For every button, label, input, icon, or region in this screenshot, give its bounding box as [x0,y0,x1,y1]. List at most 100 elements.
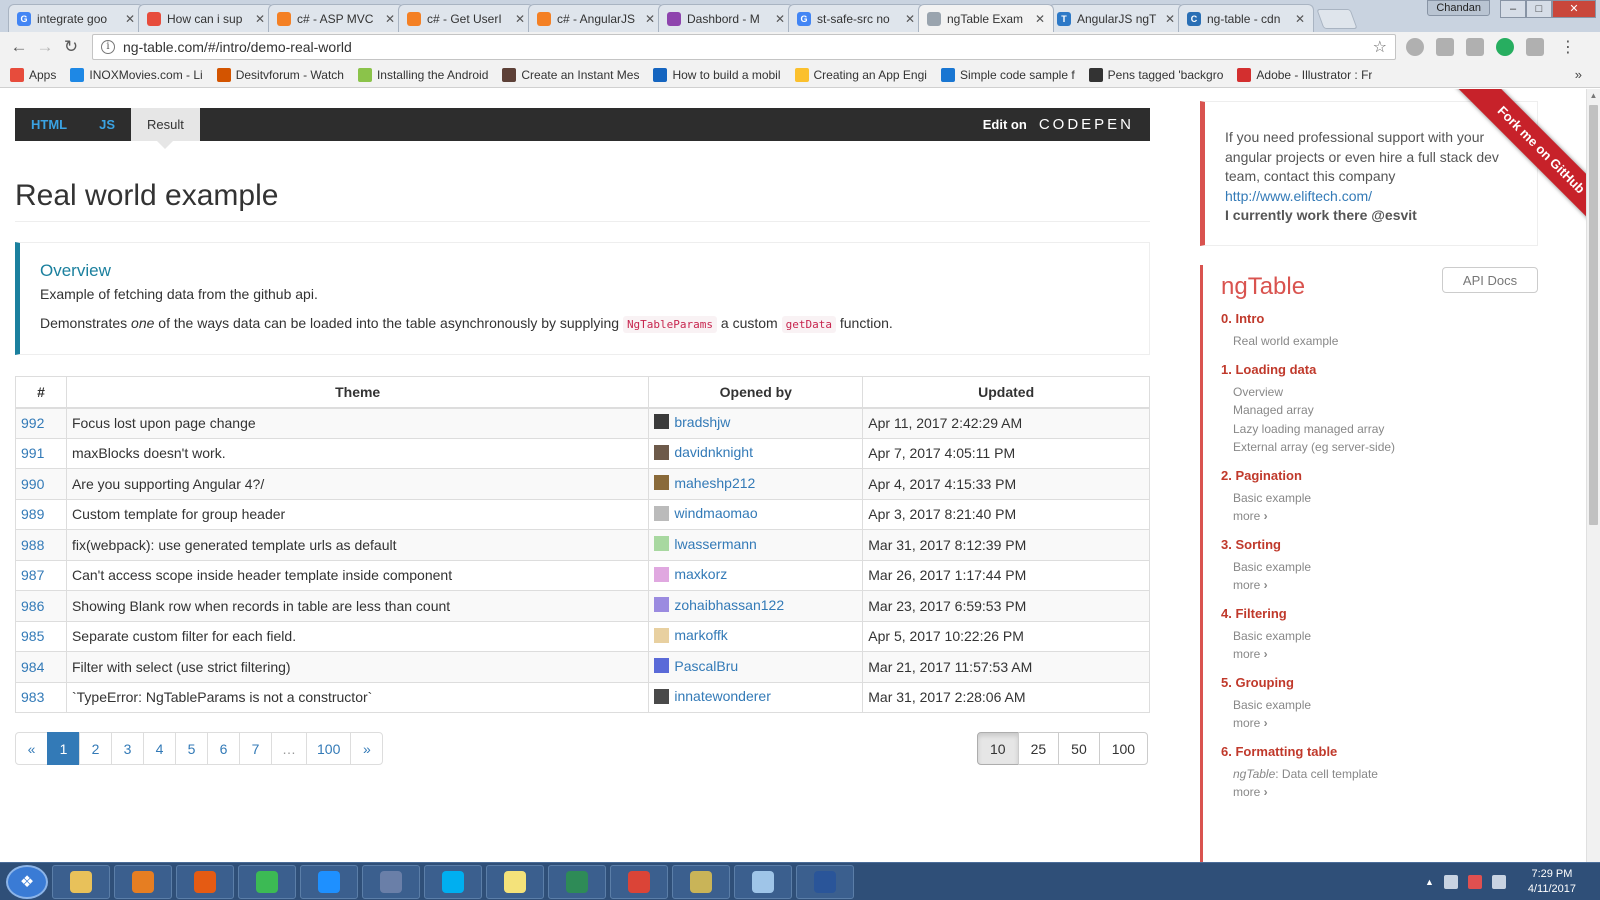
browser-tab[interactable]: Dashbord - M ✕ [658,4,794,32]
sidebar-link[interactable]: Basic example [1221,696,1538,715]
issue-number[interactable]: 987 [15,559,67,591]
bookmark-item[interactable]: Apps [10,67,56,82]
taskbar-app-button[interactable] [486,864,544,899]
issue-number[interactable]: 985 [15,620,67,652]
issue-number[interactable]: 989 [15,498,67,530]
codepen-tab-result[interactable]: Result [131,108,200,149]
sidebar-more-link[interactable]: more › [1221,507,1538,526]
tab-close-icon[interactable]: ✕ [385,12,395,26]
more-bookmarks-chevron-icon[interactable]: » [1575,67,1582,82]
sidebar-link[interactable]: Basic example [1221,489,1538,508]
sidebar-more-link[interactable]: more › [1221,576,1538,595]
api-docs-button[interactable]: API Docs [1442,267,1538,293]
sidebar-more-link[interactable]: more › [1221,714,1538,733]
browser-tab[interactable]: Gintegrate goo ✕ [8,4,144,32]
user-link[interactable]: innatewonderer [654,688,771,704]
sidebar-link[interactable]: ngTable: Data cell template [1221,765,1538,784]
upload-extension-icon[interactable] [1526,38,1544,56]
taskbar-app-button[interactable] [300,864,358,899]
issue-number[interactable]: 983 [15,681,67,713]
close-window-button[interactable]: ✕ [1552,0,1596,18]
page-size-button[interactable]: 100 [1098,732,1149,765]
tab-close-icon[interactable]: ✕ [645,12,655,26]
edit-on-codepen-link[interactable]: Edit on CODEPEN [983,108,1150,141]
taskbar-app-button[interactable] [796,864,854,899]
column-header-opened-by[interactable]: Opened by [648,376,864,409]
bookmark-star-icon[interactable]: ☆ [1373,37,1387,57]
page-size-button[interactable]: 25 [1017,732,1060,765]
grammarly-extension-icon[interactable] [1496,38,1514,56]
column-header-number[interactable]: # [15,376,67,409]
column-header-updated[interactable]: Updated [862,376,1150,409]
tab-close-icon[interactable]: ✕ [1165,12,1175,26]
tab-close-icon[interactable]: ✕ [255,12,265,26]
eliftech-link[interactable]: http://www.eliftech.com/ [1225,188,1372,204]
issue-number[interactable]: 986 [15,590,67,622]
pagination-page-button[interactable]: 6 [207,732,240,765]
taskbar-app-button[interactable] [52,864,110,899]
issue-number[interactable]: 988 [15,529,67,561]
page-scrollbar[interactable]: ▲ [1586,89,1600,862]
volume-icon[interactable] [1491,874,1506,889]
sidebar-link[interactable]: External array (eg server-side) [1221,438,1538,457]
browser-tab[interactable]: ngTable Exam ✕ [918,4,1054,32]
issue-number[interactable]: 990 [15,468,67,500]
sidebar-more-link[interactable]: more › [1221,645,1538,664]
show-hidden-icons-icon[interactable]: ▲ [1425,877,1434,887]
browser-tab[interactable]: Cng-table - cdn ✕ [1178,4,1314,32]
taskbar-app-button[interactable] [610,864,668,899]
bookmark-item[interactable]: Creating an App Engi [794,67,927,82]
camera-extension-icon[interactable] [1466,38,1484,56]
action-center-icon[interactable] [1443,874,1458,889]
codepen-tab-html[interactable]: HTML [15,108,83,141]
pagination-page-button[interactable]: 2 [79,732,112,765]
page-size-button[interactable]: 50 [1058,732,1100,765]
url-text[interactable]: ng-table.com/#/intro/demo-real-world [123,39,1373,55]
sidebar-link[interactable]: Basic example [1221,558,1538,577]
user-link[interactable]: bradshjw [654,414,730,430]
user-link[interactable]: PascalBru [654,658,738,674]
reload-button[interactable]: ↻ [58,37,84,57]
sidebar-section-title[interactable]: 0. Intro [1221,311,1538,326]
bookmark-item[interactable]: Create an Instant Mes [502,67,639,82]
issue-number[interactable]: 991 [15,437,67,469]
browser-tab[interactable]: c# - AngularJS ✕ [528,4,664,32]
pagination-page-button[interactable]: 100 [306,732,352,765]
user-link[interactable]: davidnknight [654,444,753,460]
taskbar-app-button[interactable] [176,864,234,899]
tab-close-icon[interactable]: ✕ [1295,12,1305,26]
tab-close-icon[interactable]: ✕ [905,12,915,26]
sidebar-section-title[interactable]: 2. Pagination [1221,468,1538,483]
scrollbar-thumb[interactable] [1589,105,1598,525]
sidebar-link[interactable]: Lazy loading managed array [1221,420,1538,439]
taskbar-app-button[interactable] [424,864,482,899]
network-warning-icon[interactable] [1467,874,1482,889]
taskbar-app-button[interactable] [114,864,172,899]
browser-tab[interactable]: How can i sup ✕ [138,4,274,32]
minimize-button[interactable]: – [1500,0,1526,18]
profile-button[interactable]: Chandan [1427,0,1490,16]
taskbar-app-button[interactable] [238,864,296,899]
start-button[interactable]: ❖ [6,864,48,899]
new-tab-button[interactable] [1316,9,1358,29]
pagination-page-button[interactable]: 7 [239,732,272,765]
user-link[interactable]: maxkorz [654,566,727,582]
sidebar-section-title[interactable]: 6. Formatting table [1221,744,1538,759]
scroll-up-arrow-icon[interactable]: ▲ [1587,89,1600,103]
tab-close-icon[interactable]: ✕ [775,12,785,26]
pagination-page-button[interactable]: 4 [143,732,176,765]
codepen-tab-js[interactable]: JS [83,108,131,141]
fork-me-on-github-ribbon[interactable]: Fork me on GitHub [1449,89,1586,229]
maximize-button[interactable]: □ [1526,0,1552,18]
address-bar[interactable]: i ng-table.com/#/intro/demo-real-world ☆ [92,34,1396,60]
sidebar-section-title[interactable]: 1. Loading data [1221,362,1538,377]
sidebar-link[interactable]: Overview [1221,383,1538,402]
sidebar-section-title[interactable]: 4. Filtering [1221,606,1538,621]
tab-close-icon[interactable]: ✕ [125,12,135,26]
sidebar-link[interactable]: Managed array [1221,401,1538,420]
user-link[interactable]: zohaibhassan122 [654,597,784,613]
g-extension-icon[interactable] [1436,38,1454,56]
user-link[interactable]: windmaomao [654,505,758,521]
sidebar-link[interactable]: Basic example [1221,627,1538,646]
issue-number[interactable]: 984 [15,651,67,683]
